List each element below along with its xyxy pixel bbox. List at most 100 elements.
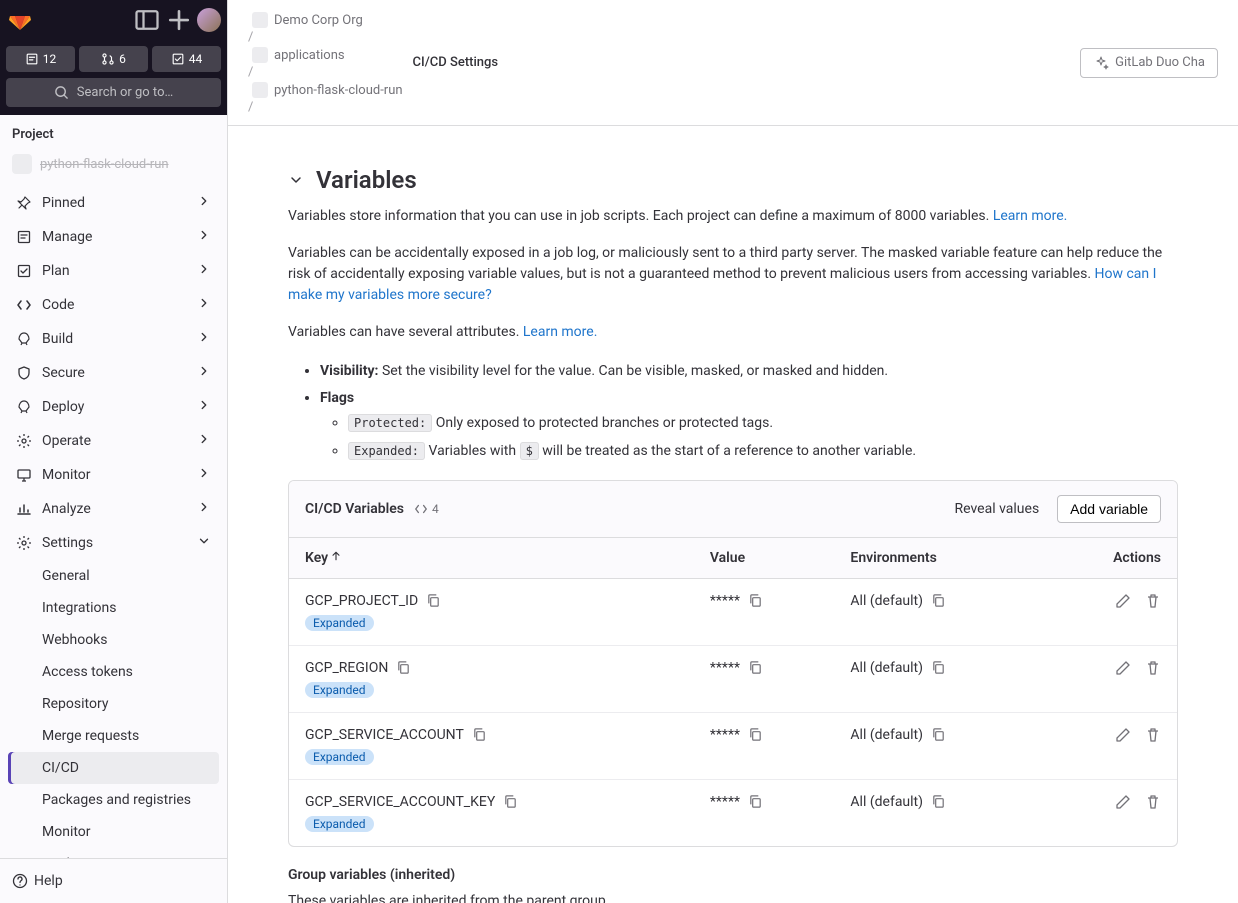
nav-item-build[interactable]: Build: [8, 322, 219, 356]
edit-icon[interactable]: [1115, 660, 1131, 676]
operate-icon: [16, 433, 32, 449]
nav-label: Code: [42, 297, 74, 313]
delete-icon[interactable]: [1145, 794, 1161, 810]
nav-sub-access-tokens[interactable]: Access tokens: [8, 656, 219, 688]
toggle-sidebar-icon[interactable]: [133, 6, 161, 34]
edit-icon[interactable]: [1115, 593, 1131, 609]
variables-card-title: CI/CD Variables: [305, 501, 404, 517]
todos-pill[interactable]: 44: [152, 46, 221, 72]
nav-sub-analytics[interactable]: Analytics: [8, 848, 219, 858]
mr-icon: [101, 52, 115, 66]
nav-item-settings[interactable]: Settings: [8, 526, 219, 560]
variable-env: All (default): [850, 660, 923, 676]
chevron-down-icon[interactable]: [288, 172, 304, 188]
project-name-row[interactable]: python-flask-cloud-run: [0, 150, 227, 182]
expanded-badge: Expanded: [305, 615, 374, 631]
nav-item-code[interactable]: Code: [8, 288, 219, 322]
variables-table: Key Value Environments Actions GCP_PROJE…: [289, 538, 1177, 846]
code-icon: [414, 502, 428, 516]
nav-sub-merge-requests[interactable]: Merge requests: [8, 720, 219, 752]
copy-icon[interactable]: [931, 727, 946, 742]
copy-icon[interactable]: [472, 727, 487, 742]
nav-sub-integrations[interactable]: Integrations: [8, 592, 219, 624]
nav-label: Secure: [42, 365, 85, 381]
copy-icon[interactable]: [931, 794, 946, 809]
breadcrumb-item[interactable]: Demo Corp Org: [248, 10, 407, 30]
variables-card-header: CI/CD Variables 4 Reveal values Add vari…: [289, 481, 1177, 538]
breadcrumb-item[interactable]: python-flask-cloud-run: [248, 80, 407, 100]
reveal-values-button[interactable]: Reveal values: [947, 497, 1048, 521]
add-variable-button[interactable]: Add variable: [1057, 495, 1161, 523]
nav-item-deploy[interactable]: Deploy: [8, 390, 219, 424]
nav-label: Manage: [42, 229, 92, 245]
gitlab-logo[interactable]: [6, 6, 34, 34]
variable-row: GCP_REGION Expanded ***** All (default): [289, 645, 1177, 712]
copy-icon[interactable]: [748, 727, 763, 742]
search-input[interactable]: Search or go to…: [6, 78, 221, 107]
nav-item-pinned[interactable]: Pinned: [8, 186, 219, 220]
help-link[interactable]: Help: [8, 867, 219, 895]
col-env[interactable]: Environments: [834, 538, 1045, 579]
col-key[interactable]: Key: [289, 538, 694, 579]
nav-sub-webhooks[interactable]: Webhooks: [8, 624, 219, 656]
nav-sub-repository[interactable]: Repository: [8, 688, 219, 720]
attributes-list: Visibility: Set the visibility level for…: [320, 359, 1178, 464]
mr-count: 6: [119, 52, 126, 66]
duo-chat-button[interactable]: GitLab Duo Cha: [1080, 48, 1218, 78]
col-actions: Actions: [1045, 538, 1177, 579]
nav-item-operate[interactable]: Operate: [8, 424, 219, 458]
delete-icon[interactable]: [1145, 727, 1161, 743]
issues-pill[interactable]: 12: [6, 46, 75, 72]
protected-flag: Protected: Only exposed to protected bra…: [348, 411, 1178, 436]
todos-count: 44: [189, 52, 203, 66]
copy-icon[interactable]: [396, 660, 411, 675]
edit-icon[interactable]: [1115, 794, 1131, 810]
nav-label: Operate: [42, 433, 91, 449]
user-avatar[interactable]: [197, 8, 221, 32]
create-new-icon[interactable]: [165, 6, 193, 34]
copy-icon[interactable]: [426, 593, 441, 608]
nav-item-monitor[interactable]: Monitor: [8, 458, 219, 492]
nav-sub-packages-and-registries[interactable]: Packages and registries: [8, 784, 219, 816]
attrs-learn-more-link[interactable]: Learn more.: [523, 324, 598, 340]
delete-icon[interactable]: [1145, 660, 1161, 676]
breadcrumb-label: Demo Corp Org: [274, 13, 363, 28]
copy-icon[interactable]: [931, 660, 946, 675]
flags-attr: Flags Protected: Only exposed to protect…: [320, 386, 1178, 464]
col-value[interactable]: Value: [694, 538, 835, 579]
issues-count: 12: [43, 52, 57, 66]
chevron-icon: [197, 466, 211, 484]
variable-row: GCP_PROJECT_ID Expanded ***** All (defau…: [289, 578, 1177, 645]
copy-icon[interactable]: [503, 794, 518, 809]
secure-icon: [16, 365, 32, 381]
nav-sub-monitor[interactable]: Monitor: [8, 816, 219, 848]
todo-icon: [171, 52, 185, 66]
copy-icon[interactable]: [931, 593, 946, 608]
nav-label: Monitor: [42, 467, 91, 483]
breadcrumb-item[interactable]: applications: [248, 45, 407, 65]
learn-more-link[interactable]: Learn more.: [993, 208, 1068, 224]
variable-value: *****: [710, 794, 740, 810]
nav-item-secure[interactable]: Secure: [8, 356, 219, 390]
chevron-icon: [197, 296, 211, 314]
chevron-icon: [197, 500, 211, 518]
expanded-flag: Expanded: Variables with $ will be treat…: [348, 439, 1178, 464]
chevron-icon: [197, 228, 211, 246]
copy-icon[interactable]: [748, 593, 763, 608]
merge-requests-pill[interactable]: 6: [79, 46, 148, 72]
copy-icon[interactable]: [748, 794, 763, 809]
manage-icon: [16, 229, 32, 245]
sort-up-icon: [330, 550, 342, 562]
nav-sub-general[interactable]: General: [8, 560, 219, 592]
edit-icon[interactable]: [1115, 727, 1131, 743]
nav-label: Deploy: [42, 399, 84, 415]
nav-item-plan[interactable]: Plan: [8, 254, 219, 288]
variable-value: *****: [710, 727, 740, 743]
nav-sub-ci-cd[interactable]: CI/CD: [8, 752, 219, 784]
nav-item-analyze[interactable]: Analyze: [8, 492, 219, 526]
copy-icon[interactable]: [748, 660, 763, 675]
nav-item-manage[interactable]: Manage: [8, 220, 219, 254]
breadcrumb-icon: [252, 47, 268, 63]
delete-icon[interactable]: [1145, 593, 1161, 609]
pin-icon: [16, 195, 32, 211]
